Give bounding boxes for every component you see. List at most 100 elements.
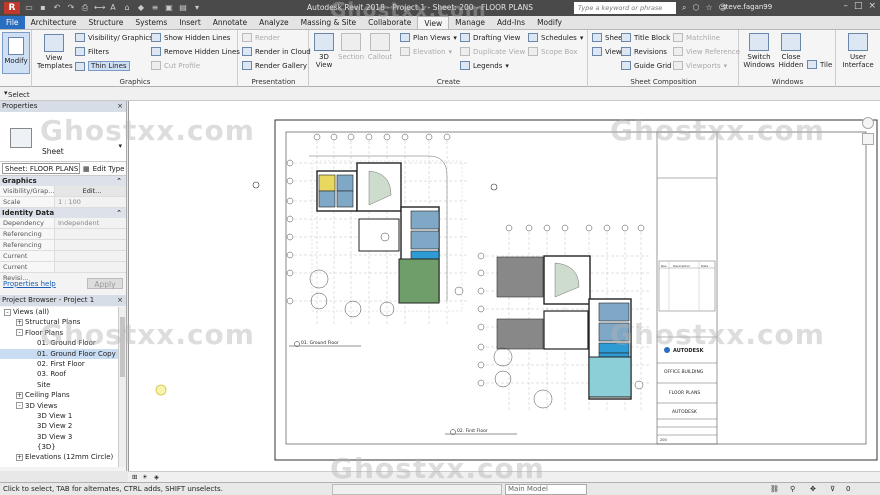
- property-row[interactable]: Dependency Independent: [0, 218, 126, 229]
- 3d-view-button[interactable]: 3D View: [313, 33, 335, 69]
- select-dropdown[interactable]: Select ▾: [4, 89, 30, 99]
- guide-grid-button[interactable]: Guide Grid: [621, 61, 671, 70]
- property-row[interactable]: Current Revisi...: [0, 251, 126, 271]
- render-button[interactable]: Render: [242, 33, 280, 42]
- legends-button[interactable]: Legends ▾: [460, 61, 509, 70]
- user-interface-button[interactable]: User Interface: [840, 33, 876, 69]
- close-icon[interactable]: ×: [117, 101, 123, 112]
- browser-item[interactable]: {3D}: [0, 442, 118, 452]
- tab-add-ins[interactable]: Add-Ins: [491, 16, 531, 29]
- filters-button[interactable]: Filters: [75, 47, 109, 56]
- expand-icon[interactable]: +: [16, 318, 23, 326]
- render-cloud-button[interactable]: Render in Cloud: [242, 47, 311, 56]
- schedules-button[interactable]: Schedules ▾: [528, 33, 583, 42]
- minimize-icon[interactable]: –: [843, 1, 848, 11]
- viewports-button[interactable]: Viewports ▾: [673, 61, 727, 70]
- browser-item[interactable]: - Floor Plans: [0, 328, 118, 338]
- thin-lines-button[interactable]: Thin Lines: [75, 61, 130, 71]
- tab-structure[interactable]: Structure: [82, 16, 129, 29]
- property-row[interactable]: Visibility/Grap... Edit...: [0, 186, 126, 197]
- 3d-view-icon[interactable]: ⌂: [122, 2, 132, 13]
- drag-elements-icon[interactable]: ✥: [810, 483, 816, 495]
- plan-views-button[interactable]: Plan Views ▾: [400, 33, 457, 42]
- browser-item[interactable]: Site: [0, 380, 118, 390]
- property-value[interactable]: Independent: [54, 218, 126, 228]
- browser-item[interactable]: 01. Ground Floor: [0, 338, 118, 348]
- sun-path-icon[interactable]: ☀: [142, 473, 148, 481]
- search-icon[interactable]: ⌕: [682, 3, 686, 13]
- browser-item[interactable]: 01. Ground Floor Copy 1: [0, 348, 118, 359]
- graphics-section[interactable]: Graphics ⌃: [0, 176, 126, 186]
- browser-item[interactable]: 3D View 1: [0, 411, 118, 421]
- close-icon[interactable]: ×: [868, 1, 876, 11]
- tab-architecture[interactable]: Architecture: [25, 16, 83, 29]
- title-block-button[interactable]: Title Block: [621, 33, 670, 42]
- tile-button[interactable]: Tile: [807, 60, 832, 69]
- zoom-icon[interactable]: [862, 133, 874, 145]
- tab-systems[interactable]: Systems: [129, 16, 173, 29]
- show-hidden-lines-button[interactable]: Show Hidden Lines: [151, 33, 230, 42]
- modify-button[interactable]: Modify: [2, 32, 30, 74]
- design-option-select[interactable]: Main Model: [505, 484, 587, 495]
- subscription-icon[interactable]: ⬡: [692, 3, 699, 13]
- property-row[interactable]: Referencing S...: [0, 229, 126, 249]
- collapse-icon[interactable]: -: [16, 329, 23, 337]
- communication-icon[interactable]: ☆: [705, 3, 712, 13]
- filter-icon[interactable]: ⊽: [830, 483, 835, 495]
- undo-icon[interactable]: ↶: [52, 2, 62, 13]
- scrollbar-thumb[interactable]: [120, 317, 125, 377]
- select-links-icon[interactable]: ⛓: [770, 483, 779, 495]
- tab-manage[interactable]: Manage: [449, 16, 491, 29]
- switch-windows-button[interactable]: Switch Windows: [743, 33, 775, 69]
- tab-massing-site[interactable]: Massing & Site: [295, 16, 363, 29]
- measure-icon[interactable]: ⟷: [94, 2, 105, 13]
- browser-item[interactable]: + Elevations (12mm Circle): [0, 452, 118, 462]
- render-gallery-button[interactable]: Render Gallery: [242, 61, 307, 70]
- revisions-button[interactable]: Revisions: [621, 47, 667, 56]
- expand-icon[interactable]: +: [16, 453, 23, 461]
- browser-item[interactable]: 02. First Floor: [0, 359, 118, 369]
- drawing-canvas[interactable]: Rev Description Date AUTODESK OFFICE BUILD…: [128, 101, 880, 471]
- callout-button[interactable]: Callout: [366, 33, 394, 61]
- section-icon[interactable]: ◆: [136, 2, 146, 13]
- revit-app-icon[interactable]: R: [4, 2, 20, 14]
- edit-visibility-button[interactable]: Edit...: [54, 186, 126, 196]
- browser-item[interactable]: + Ceiling Plans: [0, 390, 118, 400]
- redo-icon[interactable]: ↷: [66, 2, 76, 13]
- browser-scrollbar[interactable]: [118, 307, 126, 467]
- cut-profile-button[interactable]: Cut Profile: [151, 61, 200, 70]
- visibility-graphics-button[interactable]: Visibility/ Graphics: [75, 33, 153, 42]
- edit-type-button[interactable]: Edit Type: [93, 165, 125, 173]
- close-icon[interactable]: ×: [117, 295, 123, 306]
- section-button[interactable]: Section: [338, 33, 364, 61]
- select-pinned-icon[interactable]: ⚲: [790, 483, 795, 495]
- view-reference-button[interactable]: View Reference: [673, 47, 740, 56]
- expand-icon[interactable]: +: [16, 391, 23, 399]
- drafting-view-button[interactable]: Drafting View: [460, 33, 520, 42]
- scope-box-button[interactable]: Scope Box: [528, 47, 578, 56]
- collapse-icon[interactable]: -: [4, 308, 11, 316]
- scale-icon[interactable]: ⊞: [132, 473, 137, 481]
- remove-hidden-lines-button[interactable]: Remove Hidden Lines: [151, 47, 240, 56]
- maximize-icon[interactable]: □: [854, 1, 863, 11]
- thin-lines-icon[interactable]: ≡: [150, 2, 160, 13]
- switch-windows-icon[interactable]: ▤: [178, 2, 188, 13]
- close-windows-icon[interactable]: ▣: [164, 2, 174, 13]
- hide-isolate-icon[interactable]: ◈: [154, 473, 159, 481]
- browser-item[interactable]: + Structural Plans: [0, 317, 118, 327]
- browser-item[interactable]: 03. Roof: [0, 369, 118, 379]
- tab-modify[interactable]: Modify: [531, 16, 568, 29]
- close-hidden-button[interactable]: Close Hidden: [777, 33, 805, 69]
- tab-annotate[interactable]: Annotate: [207, 16, 253, 29]
- identity-section[interactable]: Identity Data ⌃: [0, 208, 126, 218]
- property-row[interactable]: Referencing D...: [0, 240, 126, 260]
- steering-wheel-icon[interactable]: [862, 117, 874, 129]
- browser-item[interactable]: -3D Views: [0, 401, 118, 411]
- properties-help-link[interactable]: Properties help: [3, 280, 56, 288]
- browser-item[interactable]: 3D View 2: [0, 421, 118, 431]
- open-icon[interactable]: ▭: [24, 2, 34, 13]
- property-value[interactable]: 1 : 100: [54, 197, 126, 207]
- type-selector[interactable]: Sheet ▾: [0, 112, 126, 162]
- tag-icon[interactable]: A: [108, 2, 118, 13]
- user-name[interactable]: steve.fagan99: [722, 3, 772, 11]
